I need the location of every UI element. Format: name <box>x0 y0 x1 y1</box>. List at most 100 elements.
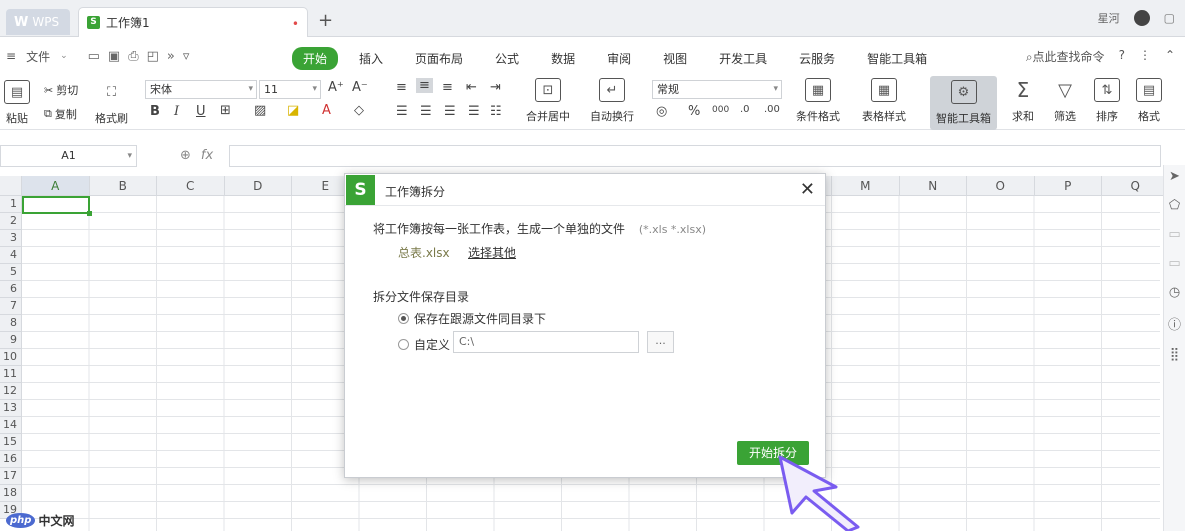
smart-toolbox-button[interactable]: ⚙ 智能工具箱 <box>930 76 997 130</box>
thousands-button[interactable]: 000 <box>712 105 729 115</box>
row-header[interactable]: 9 <box>0 332 22 349</box>
row-header[interactable]: 7 <box>0 298 22 315</box>
row-header[interactable]: 16 <box>0 451 22 468</box>
radio-empty-icon[interactable] <box>398 339 409 350</box>
shapes-icon[interactable]: ⬠ <box>1169 198 1180 213</box>
wrap-text-button[interactable]: ↵ 自动换行 <box>590 78 634 124</box>
print-icon[interactable]: ⎙ <box>128 49 138 64</box>
format-painter-button[interactable]: ⛶ 格式刷 <box>95 80 128 126</box>
save-icon[interactable]: ▣ <box>108 49 120 64</box>
row-header[interactable]: 6 <box>0 281 22 298</box>
underline-button[interactable]: U <box>196 104 206 119</box>
row-header[interactable]: 12 <box>0 383 22 400</box>
column-header[interactable]: Q <box>1102 176 1170 196</box>
tab-view[interactable]: 视图 <box>652 47 698 70</box>
sort-button[interactable]: ⇅ 排序 <box>1094 78 1120 124</box>
indent-decrease-icon[interactable]: ⇤ <box>466 80 477 95</box>
row-header[interactable]: 10 <box>0 349 22 366</box>
align-right-icon[interactable]: ☰ <box>444 104 456 119</box>
currency-icon[interactable]: ◎ <box>656 104 667 119</box>
card-icon[interactable]: ▭ <box>1168 227 1180 242</box>
row-header[interactable]: 5 <box>0 264 22 281</box>
row-header[interactable]: 4 <box>0 247 22 264</box>
tab-page-layout[interactable]: 页面布局 <box>404 47 474 70</box>
chevron-down-icon[interactable]: ⌄ <box>60 51 68 61</box>
column-header[interactable]: N <box>899 176 967 196</box>
option-same-dir[interactable]: 保存在跟源文件同目录下 <box>398 310 546 327</box>
zoom-search-icon[interactable]: ⊕ <box>180 148 191 163</box>
wps-home-tab[interactable]: W WPS <box>6 9 70 35</box>
command-search[interactable]: ⌕点此查找命令 <box>1026 48 1105 65</box>
column-header[interactable]: O <box>967 176 1035 196</box>
indent-increase-icon[interactable]: ⇥ <box>490 80 501 95</box>
row-header[interactable]: 14 <box>0 417 22 434</box>
close-icon[interactable]: ✕ <box>800 179 815 200</box>
clear-format-icon[interactable]: ◇ <box>354 103 364 118</box>
column-header[interactable]: A <box>22 176 90 196</box>
hamburger-icon[interactable]: ≡ <box>6 49 16 63</box>
decrease-font-icon[interactable]: A⁻ <box>352 80 368 95</box>
document-tab[interactable]: S 工作簿1 • <box>78 7 308 37</box>
distribute-icon[interactable]: ☷ <box>490 104 502 119</box>
active-cell-a1[interactable] <box>22 196 92 216</box>
increase-font-icon[interactable]: A⁺ <box>328 80 344 95</box>
choose-other-link[interactable]: 选择其他 <box>468 244 516 261</box>
fill-pattern-icon[interactable]: ▨ <box>254 103 266 118</box>
row-header[interactable]: 1 <box>0 196 22 213</box>
align-center-icon[interactable]: ☰ <box>420 104 432 119</box>
column-header[interactable]: M <box>832 176 900 196</box>
tab-developer[interactable]: 开发工具 <box>708 47 778 70</box>
filter-button[interactable]: ▽ 筛选 <box>1052 78 1078 124</box>
tab-data[interactable]: 数据 <box>540 47 586 70</box>
bold-button[interactable]: B <box>150 104 160 119</box>
tab-home[interactable]: 开始 <box>292 47 339 70</box>
font-name-select[interactable]: 宋体 ▾ <box>145 80 257 99</box>
copy-button[interactable]: ⧉ 复制 <box>44 106 77 122</box>
radio-selected-icon[interactable] <box>398 313 409 324</box>
align-middle-icon[interactable]: ≡ <box>416 78 433 93</box>
apps-grid-icon[interactable]: ⣿ <box>1170 347 1180 362</box>
tab-insert[interactable]: 插入 <box>348 47 394 70</box>
avatar[interactable] <box>1133 10 1150 26</box>
table-style-button[interactable]: ▦ 表格样式 <box>862 78 906 124</box>
row-header[interactable]: 8 <box>0 315 22 332</box>
pointer-icon[interactable]: ➤ <box>1169 169 1180 184</box>
percent-button[interactable]: % <box>688 104 700 119</box>
align-bottom-icon[interactable]: ≡ <box>442 80 453 95</box>
cut-button[interactable]: ✂ 剪切 <box>44 82 78 98</box>
select-all-corner[interactable] <box>0 176 22 196</box>
new-tab-button[interactable]: + <box>318 12 333 30</box>
row-header[interactable]: 17 <box>0 468 22 485</box>
tab-formulas[interactable]: 公式 <box>484 47 530 70</box>
name-box[interactable]: A1 ▾ <box>0 145 137 167</box>
justify-icon[interactable]: ☰ <box>468 104 480 119</box>
row-header[interactable]: 15 <box>0 434 22 451</box>
open-icon[interactable]: ▭ <box>88 49 100 64</box>
more-icon[interactable]: » <box>167 49 175 64</box>
custom-path-input[interactable]: C:\ <box>453 331 639 353</box>
customize-icon[interactable]: ▿ <box>183 49 190 64</box>
fill-color-icon[interactable]: ◪ <box>287 103 299 118</box>
column-header[interactable]: D <box>224 176 292 196</box>
more-options-icon[interactable]: ⋮ <box>1139 48 1151 65</box>
number-format-select[interactable]: 常规 ▾ <box>652 80 782 99</box>
italic-button[interactable]: I <box>174 104 179 119</box>
collapse-ribbon-icon[interactable]: ⌃ <box>1165 48 1175 65</box>
unsaved-dot-icon[interactable]: • <box>292 17 299 31</box>
font-size-select[interactable]: 11 ▾ <box>259 80 321 99</box>
print-preview-icon[interactable]: ◰ <box>147 49 159 64</box>
option-custom[interactable]: 自定义 <box>398 336 450 353</box>
row-header[interactable]: 11 <box>0 366 22 383</box>
formula-input[interactable] <box>229 145 1161 167</box>
tab-review[interactable]: 审阅 <box>596 47 642 70</box>
conditional-format-button[interactable]: ▦ 条件格式 <box>796 78 840 124</box>
decrease-decimal-icon[interactable]: .00 <box>764 104 780 115</box>
sum-button[interactable]: Σ 求和 <box>1010 78 1036 124</box>
tab-cloud[interactable]: 云服务 <box>788 47 846 70</box>
merge-center-button[interactable]: ⊡ 合并居中 <box>526 78 570 124</box>
tab-smart-toolbox[interactable]: 智能工具箱 <box>856 47 938 70</box>
window-layout-icon[interactable]: ▢ <box>1164 11 1175 25</box>
column-header[interactable]: C <box>157 176 225 196</box>
history-icon[interactable]: ◷ <box>1169 285 1180 300</box>
row-header[interactable]: 18 <box>0 485 22 502</box>
